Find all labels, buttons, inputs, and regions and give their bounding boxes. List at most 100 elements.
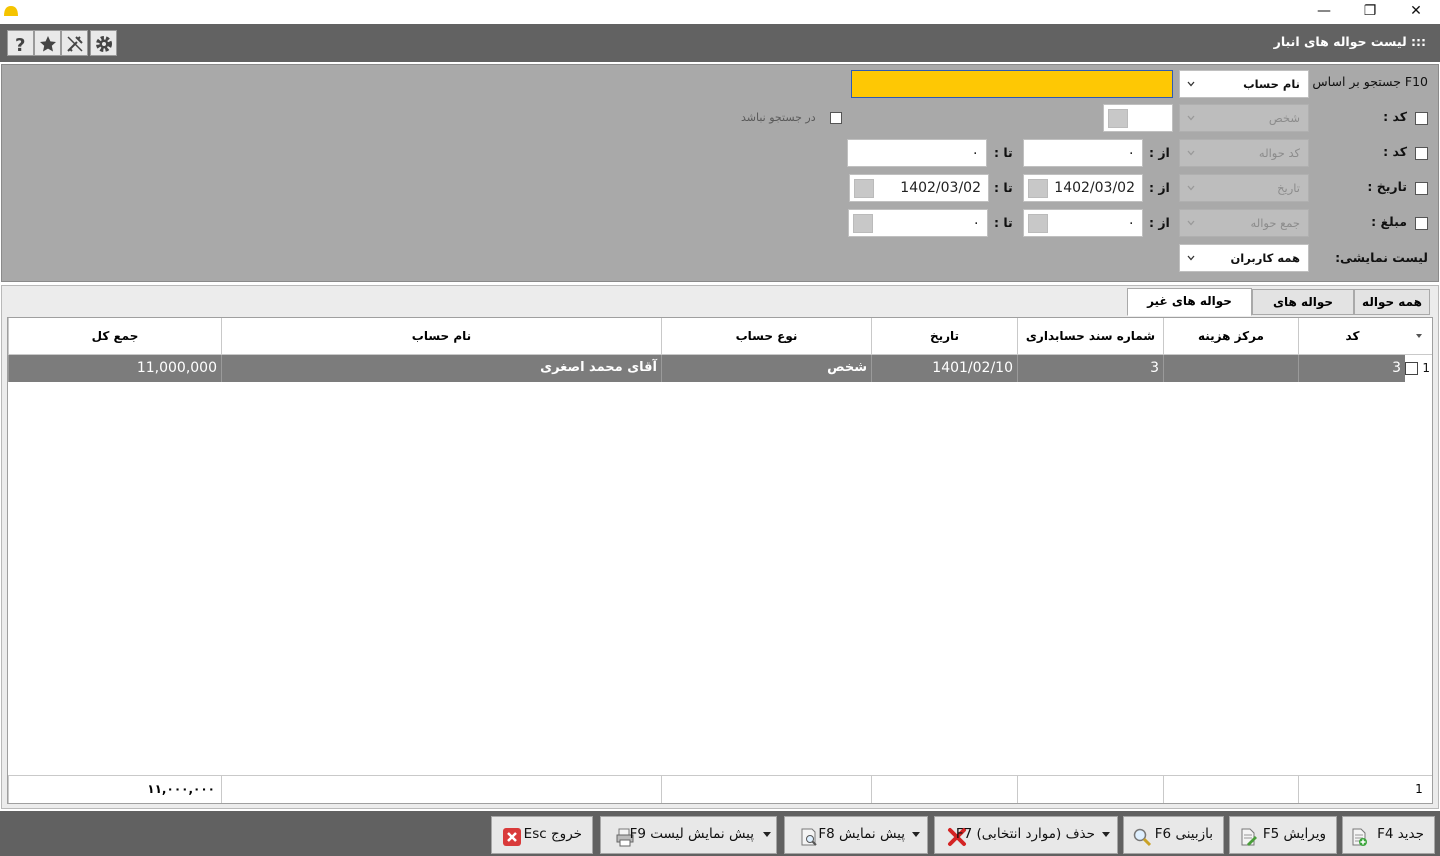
help-button[interactable]: ? bbox=[7, 30, 34, 56]
code-filter-checkbox[interactable] bbox=[1415, 112, 1428, 125]
tab-all-remittances[interactable]: همه حواله ها bbox=[1354, 289, 1430, 333]
close-window-button[interactable]: ✕ bbox=[1393, 0, 1439, 22]
preview-button-label: پیش نمایش F8 bbox=[818, 826, 905, 842]
date-from-field[interactable]: 1402/03/02 bbox=[1023, 174, 1143, 202]
header-total[interactable]: جمع کل bbox=[8, 318, 221, 355]
header-date[interactable]: تاریخ bbox=[871, 318, 1017, 355]
date-type-select[interactable]: تاریخ bbox=[1179, 174, 1309, 202]
code-to-field[interactable]: ۰ bbox=[847, 139, 987, 167]
lookup-box[interactable] bbox=[1108, 109, 1128, 128]
exit-button[interactable]: خروج Esc bbox=[491, 816, 593, 854]
date-filter-checkbox[interactable] bbox=[1415, 182, 1428, 195]
favorite-button[interactable] bbox=[34, 30, 61, 56]
date-filter-label: تاریخ : bbox=[1367, 179, 1407, 194]
gear-icon bbox=[96, 36, 112, 52]
calculator-button[interactable] bbox=[1028, 214, 1048, 233]
delete-selected-button[interactable]: حذف (موارد انتخابی) F7 bbox=[934, 816, 1118, 854]
footer-total: ۱۱,۰۰۰,۰۰۰ bbox=[8, 775, 221, 803]
review-button-label: بازبینی F6 bbox=[1154, 826, 1213, 842]
date-to-field[interactable]: 1402/03/02 bbox=[849, 174, 989, 202]
minimize-button[interactable]: — bbox=[1301, 0, 1347, 22]
display-list-select[interactable]: همه کاربران bbox=[1179, 244, 1309, 272]
tab-automatic-remittances[interactable]: حواله های اتومات bbox=[1252, 289, 1354, 333]
amount-filter-checkbox[interactable] bbox=[1415, 217, 1428, 230]
dropdown-arrow-icon bbox=[912, 832, 920, 837]
header-cost-center[interactable]: مرکز هزینه bbox=[1163, 318, 1298, 355]
exclude-search-checkbox[interactable] bbox=[830, 112, 842, 124]
star-icon bbox=[40, 36, 56, 52]
amount-to-value: ۰ bbox=[972, 215, 980, 231]
exclude-search-label: در جستجو نباشد bbox=[741, 111, 816, 124]
footer-cell bbox=[661, 775, 871, 803]
code-to-value: ۰ bbox=[971, 145, 979, 161]
tab-non-automatic-remittances[interactable]: حواله های غیر اتومات bbox=[1127, 288, 1252, 332]
header-doc-number[interactable]: شماره سند حسابداری bbox=[1017, 318, 1163, 355]
cell-account-name: آقای محمد اصغری bbox=[221, 355, 661, 382]
title-bar: — ❐ ✕ bbox=[0, 0, 1440, 24]
delete-button-label: حذف (موارد انتخابی) F7 bbox=[955, 826, 1095, 842]
edit-button[interactable]: ویرایش F5 bbox=[1229, 816, 1337, 854]
remittance-code-select-value: کد حواله bbox=[1258, 146, 1300, 160]
display-list-label: لیست نمایشی: bbox=[1335, 250, 1428, 265]
cell-cost-center bbox=[1163, 355, 1298, 382]
amount-to-field[interactable]: ۰ bbox=[848, 209, 988, 237]
preview-button[interactable]: پیش نمایش F8 bbox=[784, 816, 928, 854]
person-type-value: شخص bbox=[1268, 111, 1300, 125]
display-list-value: همه کاربران bbox=[1230, 251, 1300, 265]
footer-row-count: 1 bbox=[1406, 775, 1432, 803]
remittance-code-checkbox[interactable] bbox=[1415, 147, 1428, 160]
code-from-field[interactable]: ۰ bbox=[1023, 139, 1143, 167]
review-button[interactable]: بازبینی F6 bbox=[1123, 816, 1224, 854]
remittance-code-select[interactable]: کد حواله bbox=[1179, 139, 1309, 167]
chevron-down-icon bbox=[1187, 81, 1195, 87]
header-code[interactable]: کد bbox=[1298, 318, 1406, 355]
new-document-icon bbox=[1352, 828, 1367, 846]
amount-filter-label: مبلغ : bbox=[1371, 214, 1407, 229]
calendar-button[interactable] bbox=[854, 179, 874, 198]
date-to-label: تا : bbox=[994, 180, 1013, 195]
list-preview-button[interactable]: پیش نمایش لیست F9 bbox=[600, 816, 777, 854]
tools-button[interactable] bbox=[61, 30, 88, 56]
magnifier-icon bbox=[1133, 828, 1152, 847]
calendar-button[interactable] bbox=[1028, 179, 1048, 198]
footer-cell bbox=[1163, 775, 1298, 803]
remittance-table: کد مرکز هزینه شماره سند حسابداری تاریخ ن… bbox=[7, 317, 1433, 804]
footer-cell bbox=[1298, 775, 1406, 803]
search-by-value: نام حساب bbox=[1243, 77, 1300, 91]
date-from-value: 1402/03/02 bbox=[1054, 180, 1135, 196]
code-filter-label: کد : bbox=[1383, 109, 1407, 124]
cell-doc-number: 3 bbox=[1017, 355, 1163, 382]
table-row[interactable]: 1 3 3 1401/02/10 شخص آقای محمد اصغری 11,… bbox=[8, 355, 1432, 382]
header-account-name[interactable]: نام حساب bbox=[221, 318, 661, 355]
row-select-checkbox[interactable] bbox=[1405, 362, 1418, 375]
restore-button[interactable]: ❐ bbox=[1347, 0, 1393, 22]
dropdown-arrow-icon bbox=[1102, 832, 1110, 837]
date-type-value: تاریخ bbox=[1277, 181, 1300, 195]
chevron-down-icon bbox=[1187, 220, 1195, 226]
exit-icon bbox=[503, 828, 521, 846]
calculator-button[interactable] bbox=[853, 214, 873, 233]
footer-cell bbox=[871, 775, 1017, 803]
chevron-down-icon bbox=[1416, 334, 1422, 338]
chevron-down-icon bbox=[1187, 150, 1195, 156]
search-input[interactable] bbox=[851, 70, 1173, 98]
amount-from-field[interactable]: ۰ bbox=[1023, 209, 1143, 237]
header-bar: ? ::: لیست حواله های انبار bbox=[0, 24, 1440, 62]
cell-code: 3 bbox=[1298, 355, 1405, 382]
edit-button-label: ویرایش F5 bbox=[1262, 826, 1326, 842]
column-menu-button[interactable] bbox=[1406, 318, 1432, 355]
person-code-field[interactable] bbox=[1103, 104, 1173, 132]
header-account-type[interactable]: نوع حساب bbox=[661, 318, 871, 355]
settings-button[interactable] bbox=[90, 30, 117, 56]
dropdown-arrow-icon bbox=[763, 832, 771, 837]
search-by-select[interactable]: نام حساب bbox=[1179, 70, 1309, 98]
amount-type-select[interactable]: جمع حواله bbox=[1179, 209, 1309, 237]
exit-button-label: خروج Esc bbox=[523, 826, 582, 842]
person-type-select[interactable]: شخص bbox=[1179, 104, 1309, 132]
cell-date: 1401/02/10 bbox=[871, 355, 1017, 382]
amount-type-value: جمع حواله bbox=[1250, 216, 1300, 230]
new-button[interactable]: جدید F4 bbox=[1342, 816, 1435, 854]
chevron-down-icon bbox=[1187, 185, 1195, 191]
tools-icon bbox=[67, 36, 83, 52]
new-button-label: جدید F4 bbox=[1377, 826, 1424, 842]
